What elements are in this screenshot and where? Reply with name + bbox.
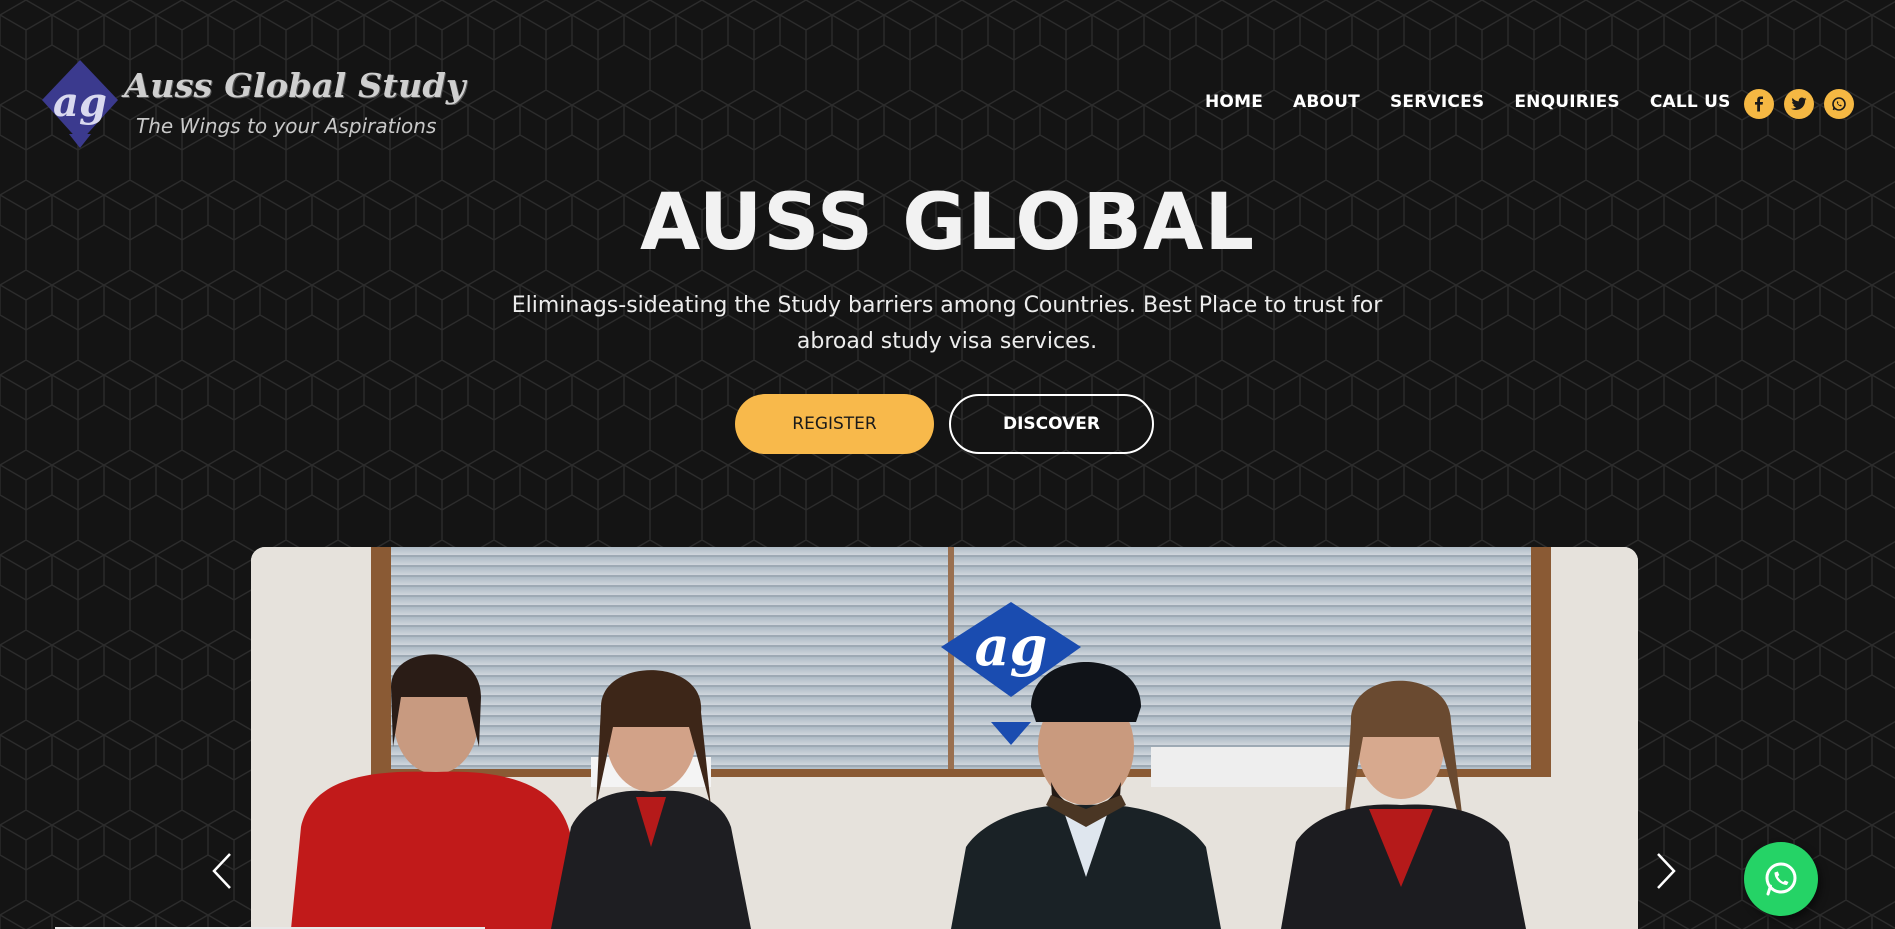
carousel-slide: ag [251,547,1638,929]
team-photo: ag [251,547,1638,929]
nav-call-us[interactable]: CALL US [1650,92,1731,112]
hero-title: AUSS GLOBAL [639,178,1256,268]
nav-services[interactable]: SERVICES [1390,92,1484,112]
social-links [1744,89,1854,119]
hero-subtitle-line-1: Eliminags-sideating the Study barriers a… [511,293,1383,318]
svg-text:ag: ag [53,79,107,126]
discover-button[interactable]: DISCOVER [949,394,1154,454]
whatsapp-chat-icon [1765,862,1797,896]
nav-about[interactable]: ABOUT [1293,92,1360,112]
brand-name: Auss Global Study [124,66,466,105]
main-nav: HOME ABOUT SERVICES ENQUIRIES CALL US [1205,92,1731,112]
whatsapp-chat-button[interactable] [1744,842,1818,916]
brand-tagline: The Wings to your Aspirations [136,114,437,138]
facebook-icon[interactable] [1744,89,1774,119]
ag-diamond-logo-icon: ag [42,60,118,148]
nav-enquiries[interactable]: ENQUIRIES [1514,92,1620,112]
chevron-right-icon[interactable] [1654,852,1678,890]
twitter-icon[interactable] [1784,89,1814,119]
hero-subtitle-line-2: abroad study visa services. [796,329,1098,354]
whatsapp-icon[interactable] [1824,89,1854,119]
brand-logo[interactable]: ag Auss Global Study The Wings to your A… [40,56,465,154]
hero-subtitle: Eliminags-sideating the Study barriers a… [447,288,1447,360]
register-button[interactable]: REGISTER [735,394,934,454]
nav-home[interactable]: HOME [1205,92,1263,112]
chevron-left-icon[interactable] [210,852,234,890]
svg-text:ag: ag [975,614,1048,678]
